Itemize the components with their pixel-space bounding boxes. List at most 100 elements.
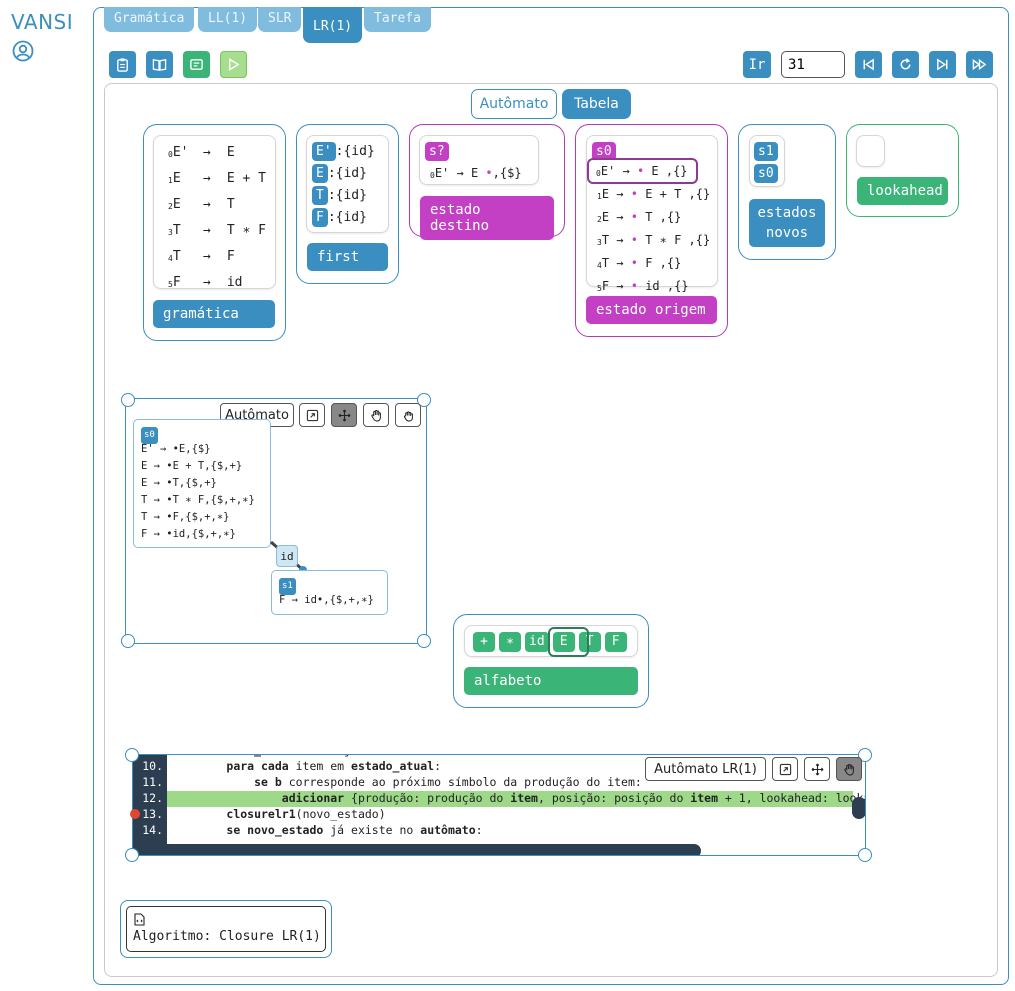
target-state-item: 0E' → E •,{$} [430, 166, 522, 180]
fast-forward-icon [972, 58, 987, 71]
code-title-label: Autômato LR(1) [645, 757, 766, 781]
hand-icon [843, 763, 854, 776]
state-item: 3T → • T ∗ F ,{} [597, 233, 711, 247]
target-state-label[interactable]: estado destino [420, 196, 554, 240]
grammar-rule: 1E → E + T [168, 171, 266, 186]
code-pan-button[interactable] [836, 757, 862, 781]
skip-forward-icon [937, 58, 948, 71]
new-states-list: s1 s0 [749, 135, 785, 187]
reset-button[interactable] [892, 51, 919, 78]
state-item: T → •T ∗ F,{$,+,∗} [141, 494, 255, 506]
lookahead-label[interactable]: lookahead [857, 177, 948, 205]
grammar-rules: 0E' → E 1E → E + T 2E → T 3T → T ∗ F 4T → F 5F → id [153, 135, 276, 290]
clipboard-icon [117, 58, 128, 72]
go-button[interactable]: Ir [743, 51, 771, 78]
file-code-icon [134, 913, 145, 926]
grammar-rule: 5F → id [168, 275, 243, 290]
state-item: T → •F,{$,+,∗} [141, 511, 230, 523]
state-item: E → •T,{$,+} [141, 477, 217, 489]
tab-ll1[interactable]: LL(1) [198, 7, 258, 32]
tab-lr1[interactable]: LR(1) [303, 7, 363, 43]
automaton-state-s1[interactable]: s1 F → id•,{$,+,∗} [271, 570, 388, 615]
fit-screen-icon [779, 763, 791, 775]
nonterminal-chip: F [312, 208, 328, 227]
pan-tool-button[interactable] [363, 403, 389, 427]
grammar-label[interactable]: gramática [153, 300, 275, 328]
code-fit-button[interactable] [772, 757, 798, 781]
code-move-button[interactable] [804, 757, 830, 781]
tab-tarefa[interactable]: Tarefa [364, 7, 431, 32]
alphabet-label[interactable]: alfabeto [464, 667, 638, 695]
edge-label: id [276, 545, 298, 567]
first-row: E:{id} [312, 163, 375, 185]
lookahead-set [856, 135, 885, 167]
alphabet-symbol[interactable]: + [473, 632, 495, 652]
state-item: E → •E + T,{$,+} [141, 460, 243, 472]
horizontal-scrollbar[interactable] [133, 844, 701, 855]
grammar-rule: 4T → F [168, 249, 235, 264]
state-item: E' → •E,{$} [141, 443, 211, 455]
code-file-button[interactable] [183, 51, 210, 78]
new-state-tag: s0 [754, 164, 778, 183]
nonterminal-chip: T [312, 186, 328, 205]
alphabet-symbol[interactable]: id [525, 632, 549, 652]
book-icon [152, 59, 167, 71]
move-icon [811, 763, 823, 775]
play-icon [229, 58, 240, 71]
user-icon[interactable] [12, 40, 34, 62]
grab-hand-icon [403, 410, 413, 422]
state-item: F → •id,{$,+,∗} [141, 528, 236, 540]
vertical-scrollbar[interactable] [852, 797, 865, 819]
resize-handle[interactable] [121, 634, 135, 648]
state-item: F → id•,{$,+,∗} [279, 594, 374, 606]
resize-handle[interactable] [125, 748, 139, 762]
fit-view-button[interactable] [299, 403, 325, 427]
target-state-box: s? 0E' → E •,{$} [419, 135, 539, 185]
clipboard-button[interactable] [109, 51, 136, 78]
first-label[interactable]: first [307, 243, 388, 271]
code-file-icon [190, 59, 203, 70]
next-step-button[interactable] [929, 51, 956, 78]
automaton-view-button[interactable]: Autômato [471, 89, 557, 119]
current-item-text: 0E' → • E ,{} [596, 164, 688, 178]
target-state-tag: s? [425, 142, 449, 161]
fit-screen-icon [306, 409, 318, 421]
state-item: 2E → • T ,{} [597, 210, 682, 224]
grammar-rule: 2E → T [168, 197, 235, 212]
tab-gramatica[interactable]: Gramática [104, 7, 195, 32]
app-title: VANSI [11, 10, 74, 34]
last-step-button[interactable] [966, 51, 993, 78]
resize-handle[interactable] [858, 848, 872, 862]
nonterminal-chip: E [312, 164, 328, 183]
move-icon [338, 409, 350, 421]
first-step-button[interactable] [855, 51, 882, 78]
first-row: F:{id} [312, 207, 375, 229]
current-item-highlight: 0E' → • E ,{} [587, 158, 698, 184]
origin-state-label[interactable]: estado origem [586, 296, 717, 324]
grammar-rule: 3T → T ∗ F [168, 223, 266, 238]
state-item: 1E → • E + T ,{} [597, 187, 711, 201]
grab-tool-button[interactable] [395, 403, 421, 427]
play-button[interactable] [220, 51, 247, 78]
resize-handle[interactable] [417, 634, 431, 648]
resize-handle[interactable] [125, 848, 139, 862]
automaton-state-s0[interactable]: s0 E' → •E,{$} E → •E + T,{$,+} E → •T,{$,… [133, 419, 271, 548]
alphabet-symbol[interactable]: ∗ [499, 632, 521, 652]
table-view-button[interactable]: Tabela [562, 89, 631, 119]
alphabet-symbol[interactable]: F [604, 632, 627, 652]
step-input[interactable] [781, 51, 845, 78]
nonterminal-chip: E' [312, 142, 336, 161]
breakpoint-marker[interactable] [130, 809, 140, 819]
first-row: T:{id} [312, 185, 375, 207]
resize-handle[interactable] [121, 393, 135, 407]
symbol-highlight [548, 627, 589, 657]
tab-slr[interactable]: SLR [258, 7, 302, 32]
new-states-label[interactable]: estados novos [749, 199, 825, 247]
move-tool-button[interactable] [331, 403, 357, 427]
new-state-tag: s1 [754, 142, 778, 161]
grammar-rule: 0E' → E [168, 145, 235, 160]
book-button[interactable] [146, 51, 173, 78]
algorithm-button[interactable]: Algoritmo: Closure LR(1) [126, 906, 326, 952]
refresh-icon [900, 58, 911, 70]
algorithm-label: Algoritmo: Closure LR(1) [133, 929, 321, 944]
